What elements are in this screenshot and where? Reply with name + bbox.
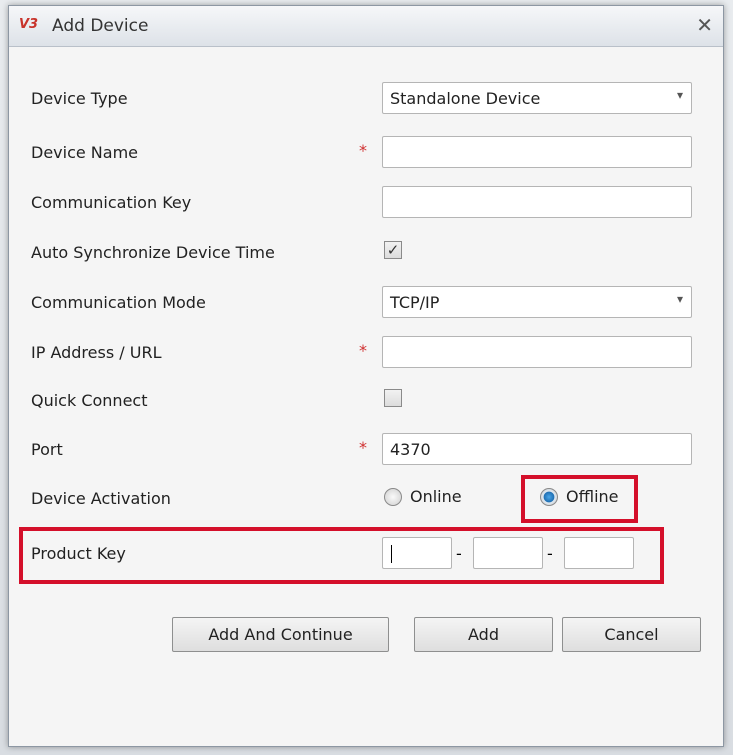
cancel-button[interactable]: Cancel [562,617,701,652]
communication-key-label: Communication Key [31,193,192,212]
communication-mode-value: TCP/IP [390,293,440,312]
communication-mode-select[interactable]: TCP/IP [382,286,692,318]
required-marker: * [359,141,367,160]
separator: - [547,544,553,563]
row-communication-key: Communication Key [9,186,723,220]
product-key-part-2[interactable] [473,537,543,569]
port-label: Port [31,440,63,459]
add-and-continue-button[interactable]: Add And Continue [172,617,389,652]
row-product-key: Product Key - - [9,537,723,571]
separator: - [456,544,462,563]
row-quick-connect: Quick Connect [9,384,723,418]
auto-sync-checkbox[interactable]: ✓ [384,241,402,259]
row-device-activation: Device Activation Online Offline [9,475,723,523]
text-caret [391,545,392,563]
row-communication-mode: Communication Mode TCP/IP [9,286,723,320]
device-type-value: Standalone Device [390,89,541,108]
product-key-label: Product Key [31,544,126,563]
port-value: 4370 [390,440,431,459]
device-type-label: Device Type [31,89,128,108]
dialog-content: Device Type Standalone Device Device Nam… [9,47,723,746]
title-bar: V3 Add Device ✕ [9,6,723,47]
row-ip-address: IP Address / URL * [9,336,723,370]
add-device-dialog: V3 Add Device ✕ Device Type Standalone D… [8,5,724,747]
port-input[interactable]: 4370 [382,433,692,465]
device-activation-label: Device Activation [31,489,171,508]
auto-sync-label: Auto Synchronize Device Time [31,243,275,262]
row-device-name: Device Name * [9,136,723,170]
device-type-select[interactable]: Standalone Device [382,82,692,114]
offline-radio-label[interactable]: Offline [566,487,619,506]
product-key-part-1[interactable] [382,537,452,569]
required-marker: * [359,438,367,457]
product-key-part-3[interactable] [564,537,634,569]
device-name-input[interactable] [382,136,692,168]
online-radio[interactable] [384,488,402,506]
app-logo-icon: V3 [19,17,39,32]
ip-address-input[interactable] [382,336,692,368]
dialog-title: Add Device [52,16,149,36]
close-icon[interactable]: ✕ [696,13,713,37]
quick-connect-checkbox[interactable] [384,389,402,407]
communication-key-input[interactable] [382,186,692,218]
add-button[interactable]: Add [414,617,553,652]
ip-address-label: IP Address / URL [31,343,162,362]
row-device-type: Device Type Standalone Device [9,82,723,116]
quick-connect-label: Quick Connect [31,391,148,410]
row-auto-sync: Auto Synchronize Device Time ✓ [9,236,723,270]
communication-mode-label: Communication Mode [31,293,206,312]
device-name-label: Device Name [31,143,139,162]
required-marker: * [359,341,367,360]
row-port: Port * 4370 [9,433,723,467]
online-radio-label[interactable]: Online [410,487,462,506]
offline-radio[interactable] [540,488,558,506]
